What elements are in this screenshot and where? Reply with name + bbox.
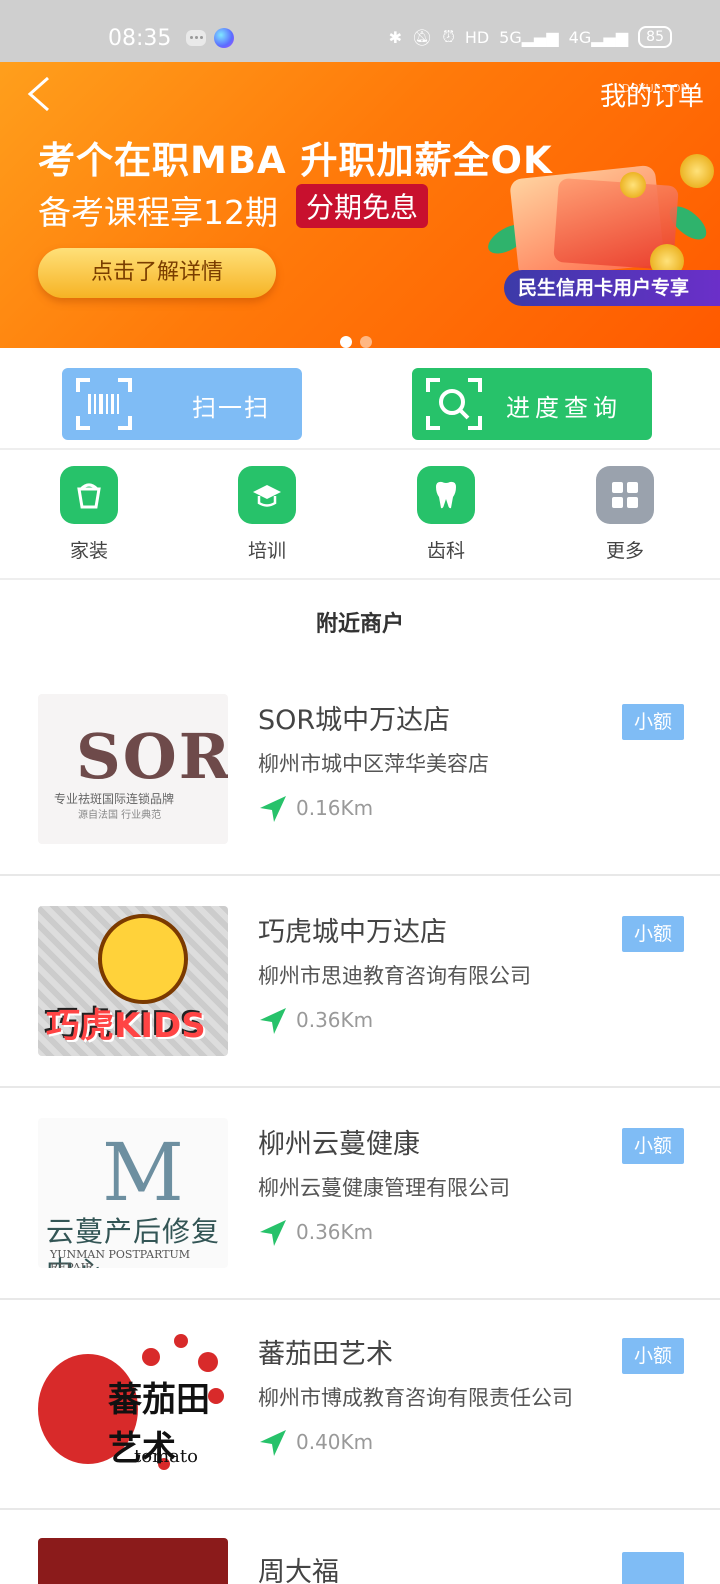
- merchant-name: SOR城中万达店: [258, 705, 451, 736]
- alarm-icon: ⏰︎: [442, 27, 455, 46]
- small-amount-badge: 小额: [622, 704, 684, 740]
- banner-badge: 分期免息: [296, 184, 429, 228]
- category-home-decor[interactable]: 家装: [34, 466, 144, 563]
- tiger-mascot-icon: [98, 914, 188, 1004]
- merchant-company: 柳州市思迪教育咨询有限公司: [258, 964, 531, 988]
- graduation-cap-icon: [238, 466, 296, 524]
- category-label: 培训: [247, 540, 286, 562]
- merchant-distance: 0.36Km: [296, 1220, 374, 1244]
- merchant-distance: 0.40Km: [296, 1430, 374, 1454]
- progress-query-button[interactable]: 进度查询: [412, 368, 652, 440]
- banner-cta-button[interactable]: 点击了解详情: [38, 248, 276, 298]
- merchant-item[interactable]: 巧虎KIDS 巧虎城中万达店 柳州市思迪教育咨询有限公司 0.36Km 小额: [0, 876, 720, 1088]
- action-bar: 扫一扫 进度查询: [0, 348, 720, 450]
- bluetooth-icon: ✱: [388, 27, 403, 47]
- category-label: 家装: [69, 540, 108, 562]
- merchant-company: 柳州云蔓健康管理有限公司: [258, 1176, 510, 1200]
- progress-query-label: 进度查询: [506, 394, 622, 422]
- merchant-item[interactable]: 蕃茄田艺术 tomato 蕃茄田艺术 柳州市博成教育咨询有限责任公司 0.40K…: [0, 1298, 720, 1510]
- promo-banner[interactable]: DOXUE.COM 我的订单 考个在职MBA 升职加薪全OK 备考课程享12期 …: [0, 62, 720, 348]
- merchant-name: 柳州云蔓健康: [258, 1129, 420, 1160]
- small-amount-badge: 小额: [622, 1338, 684, 1374]
- merchant-logo: M 云蔓产后修复中心 YUNMAN POSTPARTUM REPAIR: [38, 1118, 228, 1268]
- hd-label: HD: [464, 27, 490, 47]
- merchant-logo: 蕃茄田艺术 tomato: [38, 1328, 228, 1478]
- small-amount-badge: 小额: [622, 916, 684, 952]
- barcode-scan-icon: [76, 378, 132, 430]
- more-notifications-icon: [186, 30, 206, 46]
- merchant-distance: 0.16Km: [296, 796, 374, 820]
- status-time: 08:35: [108, 26, 172, 51]
- category-label: 更多: [605, 540, 644, 562]
- merchant-logo: SOR 专业祛斑国际连锁品牌 源自法国 行业典范: [38, 694, 228, 844]
- merchant-item[interactable]: 周大福: [0, 1510, 720, 1584]
- yunman-m-logo: M: [102, 1126, 184, 1219]
- category-more[interactable]: 更多: [570, 466, 680, 563]
- location-arrow-icon: [260, 1220, 286, 1246]
- category-training[interactable]: 培训: [212, 466, 322, 563]
- coin-icon: [620, 172, 646, 198]
- category-bar: 家装 培训 齿科 更多: [0, 450, 720, 580]
- mute-icon: 🔕︎: [412, 27, 433, 47]
- merchant-company: 柳州市博成教育咨询有限责任公司: [258, 1386, 573, 1410]
- signal-4g-icon: 4G▂▄▆: [568, 27, 629, 47]
- merchant-name: 蕃茄田艺术: [258, 1339, 393, 1370]
- merchant-item[interactable]: M 云蔓产后修复中心 YUNMAN POSTPARTUM REPAIR 柳州云蔓…: [0, 1088, 720, 1300]
- category-label: 齿科: [426, 540, 465, 562]
- merchant-distance: 0.36Km: [296, 1008, 374, 1032]
- app-notification-icon: [214, 28, 234, 48]
- coin-icon: [680, 154, 714, 188]
- tooth-icon: [417, 466, 475, 524]
- nearby-merchants-title: 附近商户: [315, 612, 404, 637]
- scan-button[interactable]: 扫一扫: [62, 368, 302, 440]
- merchant-item[interactable]: SOR 专业祛斑国际连锁品牌 源自法国 行业典范 SOR城中万达店 柳州市城中区…: [0, 664, 720, 876]
- battery-icon: 85: [638, 26, 672, 48]
- location-arrow-icon: [260, 1008, 286, 1034]
- small-amount-badge: 小额: [622, 1128, 684, 1164]
- my-orders-link[interactable]: 我的订单: [600, 76, 704, 113]
- location-arrow-icon: [260, 1430, 286, 1456]
- banner-tag: 民生信用卡用户专享: [504, 270, 720, 306]
- signal-5g-icon: 5G▂▄▆: [499, 27, 559, 47]
- pager-dot-active: [340, 336, 352, 348]
- grid-icon: [596, 466, 654, 524]
- small-amount-badge: [622, 1552, 684, 1584]
- banner-pager: [340, 336, 372, 348]
- merchant-logo: 巧虎KIDS: [38, 906, 228, 1056]
- scan-label: 扫一扫: [192, 394, 270, 422]
- banner-headline: 考个在职MBA 升职加薪全OK: [38, 139, 553, 182]
- category-dental[interactable]: 齿科: [391, 466, 501, 563]
- merchant-name: 周大福: [258, 1557, 339, 1584]
- pager-dot: [360, 336, 372, 348]
- back-arrow-icon[interactable]: [22, 74, 62, 114]
- magnifier-scan-icon: [426, 378, 482, 430]
- merchant-company: 柳州市城中区萍华美容店: [258, 752, 489, 776]
- status-icons: ✱ 🔕︎ ⏰︎ HD 5G▂▄▆ 4G▂▄▆ 85: [389, 26, 672, 48]
- location-arrow-icon: [260, 796, 286, 822]
- banner-subline: 备考课程享12期: [38, 193, 278, 232]
- paint-bucket-icon: [60, 466, 118, 524]
- merchant-name: 巧虎城中万达店: [258, 917, 447, 948]
- status-bar: 08:35 ✱ 🔕︎ ⏰︎ HD 5G▂▄▆ 4G▂▄▆ 85: [0, 0, 720, 62]
- merchant-logo: [38, 1538, 228, 1584]
